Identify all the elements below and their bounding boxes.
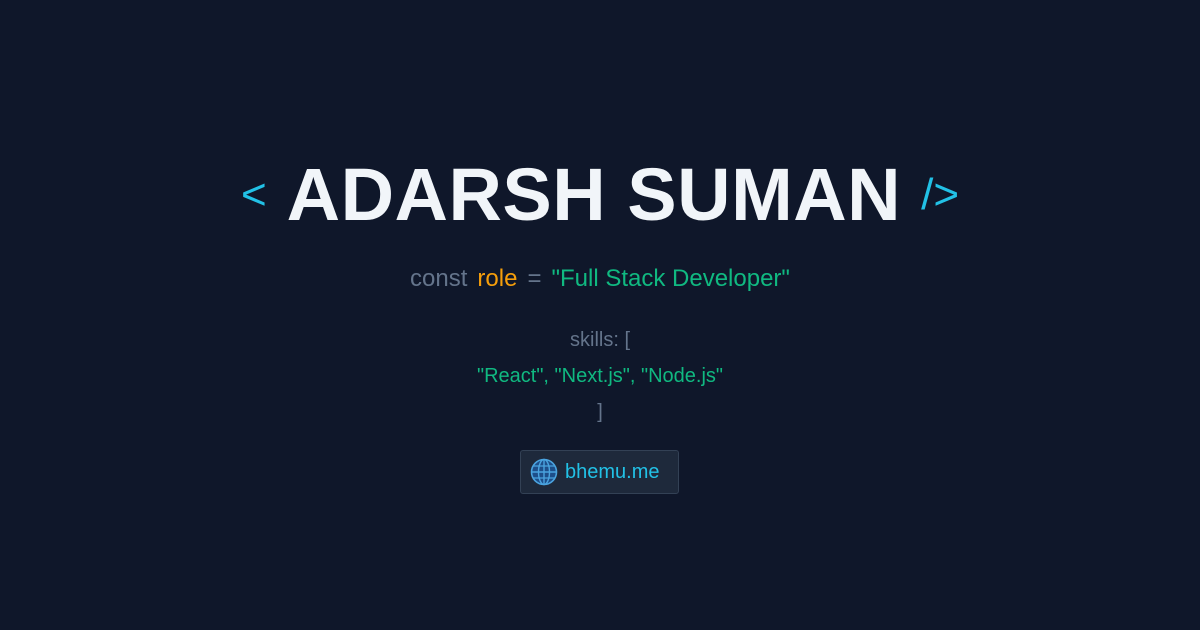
assign-operator: = [527, 265, 542, 292]
globe-icon [530, 458, 558, 486]
title-row: < ADARSH SUMAN /> [0, 150, 1200, 240]
open-tag-bracket: < [240, 170, 267, 219]
role-variable: role [477, 265, 518, 292]
skills-close: ] [597, 401, 603, 423]
const-keyword: const [410, 265, 468, 292]
page-title: ADARSH SUMAN [286, 153, 902, 236]
role-value: "Full Stack Developer" [551, 265, 790, 292]
website-link[interactable]: bhemu.me [520, 450, 679, 494]
website-link-text[interactable]: bhemu.me [565, 461, 660, 484]
skills-block: skills: [ "React", "Next.js", "Node.js" … [0, 322, 1200, 430]
role-declaration: const role = "Full Stack Developer" [0, 262, 1200, 296]
skills-open: skills: [ [570, 329, 630, 351]
close-tag-bracket: /> [921, 170, 960, 219]
skills-list: "React", "Next.js", "Node.js" [476, 365, 723, 387]
social-card: < ADARSH SUMAN /> const role = "Full Sta… [0, 0, 1200, 630]
